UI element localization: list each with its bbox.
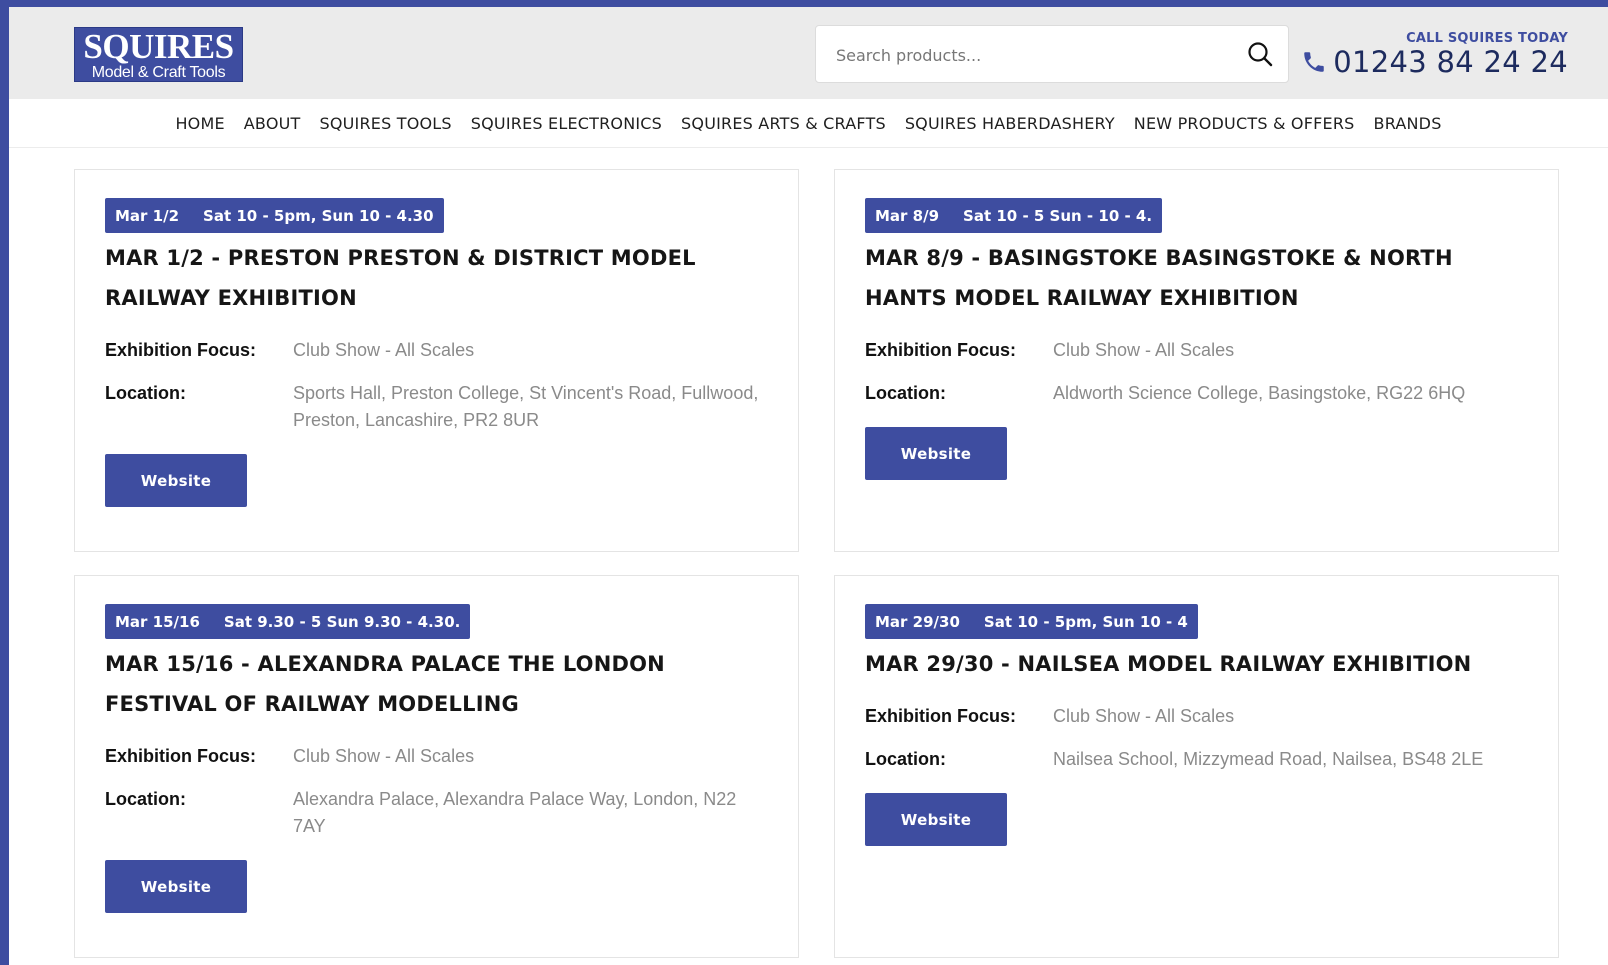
event-date-badge: Mar 1/2 Sat 10 - 5pm, Sun 10 - 4.30	[105, 198, 444, 233]
location-label: Location:	[865, 749, 946, 769]
site-logo[interactable]: SQUIRES Model & Craft Tools	[74, 27, 243, 82]
site-header: SQUIRES Model & Craft Tools CALL SQUIRES…	[9, 7, 1608, 99]
website-button[interactable]: Website	[105, 454, 247, 507]
nav-item-squires-haberdashery[interactable]: SQUIRES HABERDASHERY	[905, 114, 1115, 133]
focus-label: Exhibition Focus:	[865, 340, 1016, 360]
event-card: Mar 8/9 Sat 10 - 5 Sun - 10 - 4. MAR 8/9…	[834, 169, 1559, 552]
event-date: Mar 8/9	[875, 206, 940, 225]
nav-item-squires-electronics[interactable]: SQUIRES ELECTRONICS	[471, 114, 662, 133]
event-date: Mar 1/2	[115, 206, 180, 225]
event-card: Mar 1/2 Sat 10 - 5pm, Sun 10 - 4.30 MAR …	[74, 169, 799, 552]
event-date: Mar 15/16	[115, 612, 200, 631]
website-button[interactable]: Website	[865, 427, 1007, 480]
logo-wordmark: SQUIRES	[83, 27, 234, 66]
location-value: Sports Hall, Preston College, St Vincent…	[293, 383, 759, 430]
focus-label: Exhibition Focus:	[105, 746, 256, 766]
location-value: Nailsea School, Mizzymead Road, Nailsea,…	[1053, 749, 1484, 769]
phone-icon	[1304, 52, 1324, 72]
nav-item-about[interactable]: ABOUT	[244, 114, 301, 133]
phone-link[interactable]: 01243 84 24 24	[1301, 45, 1568, 79]
call-label: CALL SQUIRES TODAY	[1406, 31, 1568, 46]
search-icon[interactable]	[1246, 40, 1274, 68]
logo-tagline: Model & Craft Tools	[91, 64, 226, 81]
nav-item-home[interactable]: HOME	[175, 114, 224, 133]
nav-item-squires-arts-crafts[interactable]: SQUIRES ARTS & CRAFTS	[681, 114, 886, 133]
event-title: MAR 8/9 - BASINGSTOKE BASINGSTOKE & NORT…	[865, 246, 1453, 310]
location-label: Location:	[105, 789, 186, 809]
event-date-badge: Mar 29/30 Sat 10 - 5pm, Sun 10 - 4	[865, 604, 1198, 639]
page: SQUIRES Model & Craft Tools CALL SQUIRES…	[9, 7, 1608, 965]
event-card: Mar 15/16 Sat 9.30 - 5 Sun 9.30 - 4.30. …	[74, 575, 799, 958]
nav-item-new-products-offers[interactable]: NEW PRODUCTS & OFFERS	[1134, 114, 1355, 133]
event-date-badge: Mar 15/16 Sat 9.30 - 5 Sun 9.30 - 4.30.	[105, 604, 471, 639]
nav-item-brands[interactable]: BRANDS	[1374, 114, 1442, 133]
location-label: Location:	[105, 383, 186, 403]
nav-item-squires-tools[interactable]: SQUIRES TOOLS	[320, 114, 452, 133]
search-box	[815, 25, 1289, 84]
website-button[interactable]: Website	[105, 860, 247, 913]
focus-value: Club Show - All Scales	[1053, 340, 1235, 360]
phone-number: 01243 84 24 24	[1333, 45, 1568, 79]
focus-label: Exhibition Focus:	[105, 340, 256, 360]
focus-value: Club Show - All Scales	[293, 746, 475, 766]
event-title: MAR 15/16 - ALEXANDRA PALACE THE LONDON …	[105, 652, 665, 716]
event-title: MAR 1/2 - PRESTON PRESTON & DISTRICT MOD…	[105, 246, 696, 310]
event-date: Mar 29/30	[875, 612, 960, 631]
event-time: Sat 10 - 5pm, Sun 10 - 4.30	[203, 206, 434, 225]
event-title: MAR 29/30 - NAILSEA MODEL RAILWAY EXHIBI…	[865, 652, 1472, 676]
location-value: Aldworth Science College, Basingstoke, R…	[1053, 383, 1466, 403]
event-date-badge: Mar 8/9 Sat 10 - 5 Sun - 10 - 4.	[865, 198, 1163, 233]
event-time: Sat 9.30 - 5 Sun 9.30 - 4.30.	[223, 612, 461, 631]
website-button[interactable]: Website	[865, 793, 1007, 846]
search-input[interactable]	[834, 26, 1238, 84]
focus-value: Club Show - All Scales	[1053, 706, 1235, 726]
event-card: Mar 29/30 Sat 10 - 5pm, Sun 10 - 4 MAR 2…	[834, 575, 1559, 958]
focus-value: Club Show - All Scales	[293, 340, 475, 360]
event-time: Sat 10 - 5pm, Sun 10 - 4	[983, 612, 1188, 631]
location-value: Alexandra Palace, Alexandra Palace Way, …	[293, 789, 737, 836]
location-label: Location:	[865, 383, 946, 403]
focus-label: Exhibition Focus:	[865, 706, 1016, 726]
main-nav: HOME ABOUT SQUIRES TOOLS SQUIRES ELECTRO…	[9, 99, 1608, 148]
event-time: Sat 10 - 5 Sun - 10 - 4.	[963, 206, 1153, 225]
